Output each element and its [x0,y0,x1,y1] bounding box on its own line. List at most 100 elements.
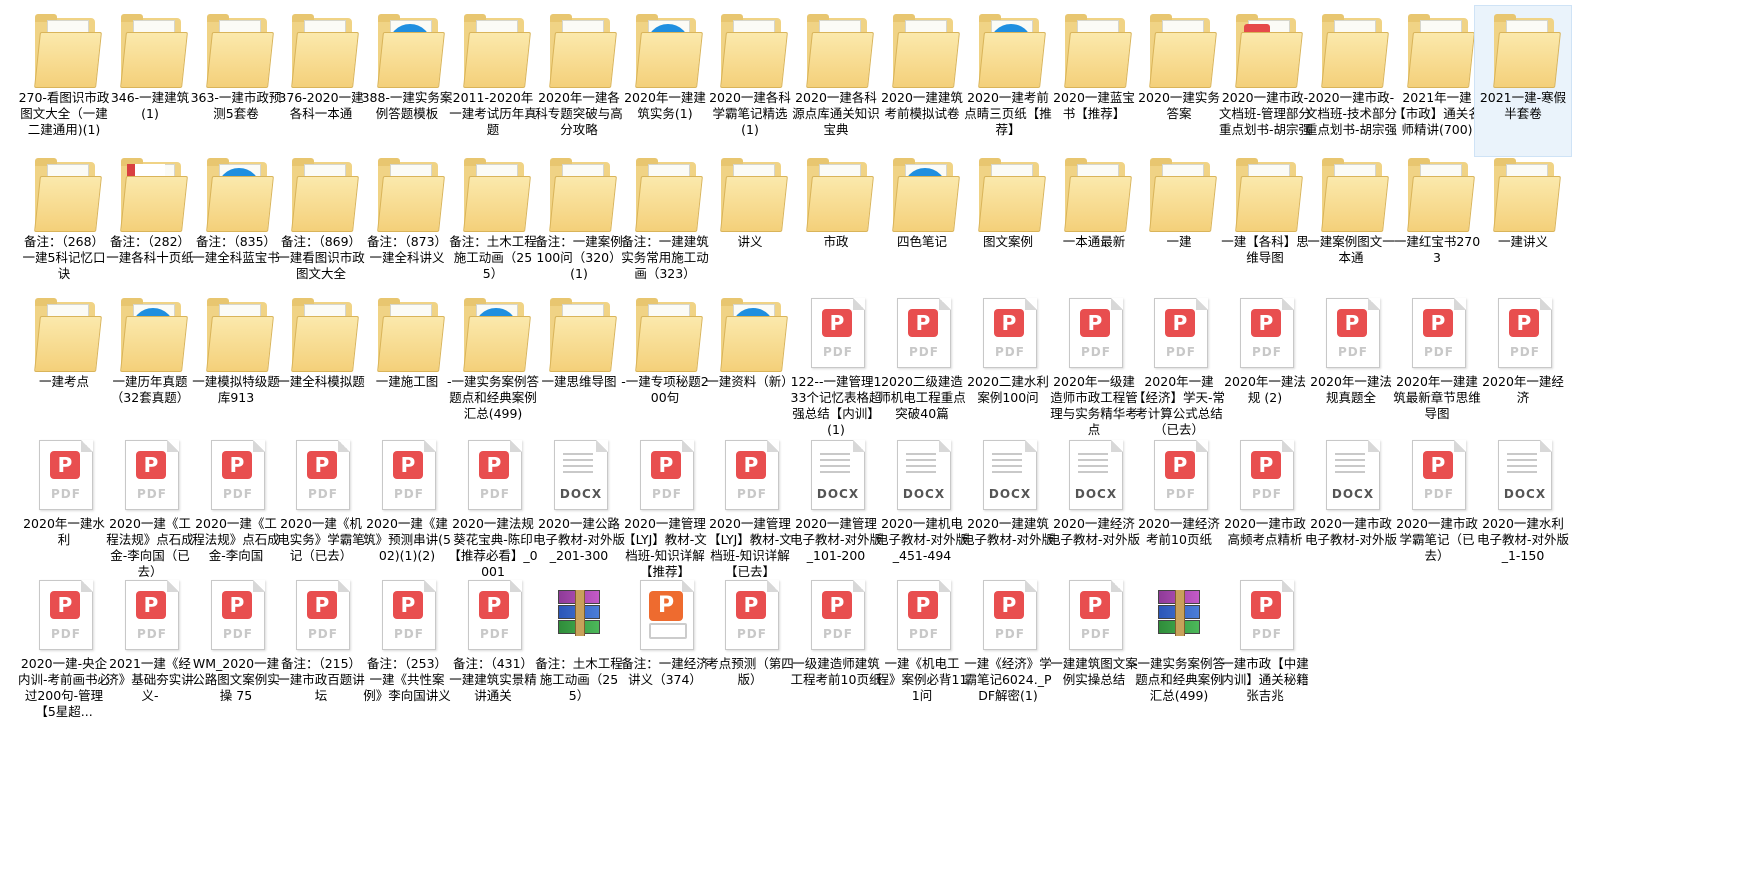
file-item[interactable]: P PDF 122--一建管理133个记忆表格超强总结【内训】(1) [788,290,884,440]
pdf-page: P PDF [983,580,1037,650]
file-item[interactable]: DOCX 2020一建机电电子教材-对外版_451-494 [874,432,970,582]
file-item[interactable]: 2020一建考前点睛三页纸【推荐】 [960,6,1056,156]
file-item[interactable]: 一建讲义 [1475,150,1571,300]
folder-icon [1484,154,1562,232]
file-item[interactable]: -一建实务案例答题点和经典案例汇总(499) [1131,572,1227,722]
file-item[interactable]: 2020一建市政-文档班-管理部分重点划书-胡宗强 [1217,6,1313,156]
pdf-logo: P [908,591,938,619]
file-item[interactable]: -一建专项秘题200句 [617,290,713,440]
file-item[interactable]: P PDF 2020一建经济考前10页纸 [1131,432,1227,582]
file-item[interactable]: P PDF 2020二级建造师机电工程重点突破40篇 [874,290,970,440]
file-item[interactable]: P PDF WM_2020一建公路图文案例实操 75 [188,572,284,722]
file-item[interactable]: 一建 [1131,150,1227,300]
file-item[interactable]: 一建红宝书2703 [1389,150,1485,300]
file-item[interactable]: 346-一建建筑(1) [102,6,198,156]
file-item[interactable]: DOCX 2020一建管理电子教材-对外版_101-200 [788,432,884,582]
file-item[interactable]: P PDF 备注：（431）一建建筑实景精讲通关 [445,572,541,722]
file-item[interactable]: P PDF 一建建筑图文案例实操总结 [1046,572,1142,722]
file-item[interactable]: P PDF 2020年一建法规真题全 [1303,290,1399,440]
file-item[interactable]: 一建思维导图 [531,290,627,440]
file-item[interactable]: DOCX 2020一建公路电子教材-对外版_201-300 [531,432,627,582]
file-item[interactable]: 一建模拟特级题库913 [188,290,284,440]
file-item[interactable]: P PDF 2020年一建水利 [16,432,112,582]
file-item[interactable]: 备注：土木工程施工动画（255） [445,150,541,300]
file-item[interactable]: -一建实务案例答题点和经典案例汇总(499) [445,290,541,440]
file-item[interactable]: P PDF 考点预测（第四版） [702,572,798,722]
docx-file-icon: DOCX [1484,436,1562,514]
file-item[interactable]: 2020年一建建筑实务(1) [617,6,713,156]
file-item[interactable]: P PDF 2020年一建法规 (2) [1217,290,1313,440]
file-item[interactable]: P PDF 备注：（253）一建《共性案例》李向国讲义 [359,572,455,722]
file-item[interactable]: 备注：（268）一建5科记忆口诀 [16,150,112,300]
file-item[interactable]: DOCX 2020一建市政电子教材-对外版 [1303,432,1399,582]
file-item[interactable]: 讲义 [702,150,798,300]
file-item[interactable]: P PDF 2021一建《经济》基础夯实讲义- [102,572,198,722]
file-item[interactable]: P PDF 备注：（215）一建市政百题讲坛 [273,572,369,722]
file-item[interactable]: 备注：（873）一建全科讲义 [359,150,455,300]
file-item[interactable]: 图文案例 [960,150,1056,300]
file-item[interactable]: 2021一建-寒假半套卷 [1474,5,1572,157]
file-item[interactable]: 2020一建各科学霸笔记精选(1) [702,6,798,156]
pdf-logo: P [994,591,1024,619]
file-item[interactable]: P PDF 2020一建法规葵花宝典-陈印【推荐必看】_0001 [445,432,541,582]
file-item[interactable]: P PDF 2020一建-央企内训-考前画书必过200句-管理【5星超... [16,572,112,722]
file-item[interactable]: P PDF 2020年一建经济 [1475,290,1571,440]
pdf-page: P PDF [725,580,779,650]
file-item[interactable]: 2011-2020年一建考试历年真题 [445,6,541,156]
file-item[interactable]: 一建历年真题（32套真题） [102,290,198,440]
file-item[interactable]: 备注：一建建筑实务常用施工动画（323） [617,150,713,300]
file-item[interactable]: 270-看图识市政图文大全（一建二建通用)(1) [16,6,112,156]
file-item[interactable]: P PDF 2020一建《工程法规》点石成金-李向国（已去） [102,432,198,582]
docx-file-icon: DOCX [797,436,875,514]
file-item[interactable]: 备注：（835）一建全科蓝宝书 [188,150,284,300]
file-item[interactable]: P PDF 一建《机电工程》案例必背111问 [874,572,970,722]
file-item[interactable]: 2020年一建各科专题突破与高分攻略 [531,6,627,156]
file-item[interactable]: 2020一建蓝宝书【推荐】 [1046,6,1142,156]
file-item[interactable]: P PDF 2020一建《工程法规》点石成金-李向国 [188,432,284,582]
file-item[interactable]: P PDF 2020一建《机电实务》学霸笔记（已去） [273,432,369,582]
pdf-file-icon: P PDF [1312,294,1390,372]
file-item[interactable]: DOCX 2020一建经济电子教材-对外版 [1046,432,1142,582]
file-item[interactable]: P PDF 2020年一建【经济】学天-常考计算公式总结（已去） [1131,290,1227,440]
file-item[interactable]: 2021年一建【市政】通关名师精讲(700) [1389,6,1485,156]
file-item[interactable]: 备注：一建案例100问（320）(1) [531,150,627,300]
file-item[interactable]: 一建案例图文一本通 [1303,150,1399,300]
file-item[interactable]: 一建考点 [16,290,112,440]
file-item[interactable]: P PDF 2020年一建建筑最新章节思维导图 [1389,290,1485,440]
pdf-logo: P [908,309,938,337]
file-item[interactable]: 2020一建建筑考前模拟试卷 [874,6,970,156]
file-item[interactable]: P PDF 一建市政【中建内训】通关秘籍张吉兆 [1217,572,1313,722]
file-item[interactable]: P PDF 2020年一级建造师市政工程管理与实务精华考点 [1046,290,1142,440]
file-item[interactable]: 2020一建各科源点库通关知识宝典 [788,6,884,156]
file-item[interactable]: 376-2020一建各科一本通 [273,6,369,156]
file-item[interactable]: 一建资料（新） [702,290,798,440]
file-item[interactable]: 2020一建实务答案 [1131,6,1227,156]
file-item[interactable]: P 备注：一建经济讲义（374） [617,572,713,722]
file-item[interactable]: P PDF 一级建造师建筑工程考前10页纸 [788,572,884,722]
file-item[interactable]: 一本通最新 [1046,150,1142,300]
file-name: 2020一建考前点睛三页纸【推荐】 [964,90,1052,137]
file-item[interactable]: 备注：（282）一建各科十页纸 [102,150,198,300]
file-item[interactable]: 四色笔记 [874,150,970,300]
file-item[interactable]: P PDF 2020一建管理【LYJ】教材-文档班-知识详解【推荐】 [617,432,713,582]
folder-icon [1140,154,1218,232]
file-item[interactable]: P PDF 一建《经济》学霸笔记6024._PDF解密(1) [960,572,1056,722]
file-item[interactable]: 363-一建市政预测5套卷 [188,6,284,156]
pdf-page: P PDF [382,440,436,510]
file-item[interactable]: 一建【各科】思维导图 [1217,150,1313,300]
file-item[interactable]: P PDF 2020一建管理【LYJ】教材-文档班-知识详解【已去】 [702,432,798,582]
file-item[interactable]: P PDF 2020一建《建筑》预测串讲(502)(1)(2) [359,432,455,582]
file-item[interactable]: 备注：（869）一建看图识市政图文大全 [273,150,369,300]
file-item[interactable]: 2020一建市政-文档班-技术部分重点划书-胡宗强 [1303,6,1399,156]
file-item[interactable]: P PDF 2020一建市政学霸笔记（已去） [1389,432,1485,582]
file-item[interactable]: DOCX 2020一建建筑电子教材-对外版 [960,432,1056,582]
file-item[interactable]: P PDF 2020二建水利案例100问 [960,290,1056,440]
file-item[interactable]: 备注：土木工程施工动画（255） [531,572,627,722]
file-item[interactable]: P PDF 2020一建市政高频考点精析 [1217,432,1313,582]
file-item[interactable]: 一建全科模拟题 [273,290,369,440]
file-item[interactable]: 市政 [788,150,884,300]
file-item[interactable]: 388-一建实务案例答题模板 [359,6,455,156]
file-item[interactable]: 一建施工图 [359,290,455,440]
file-name: 2020年一建水利 [23,516,105,547]
file-item[interactable]: DOCX 2020一建水利电子教材-对外版_1-150 [1475,432,1571,582]
